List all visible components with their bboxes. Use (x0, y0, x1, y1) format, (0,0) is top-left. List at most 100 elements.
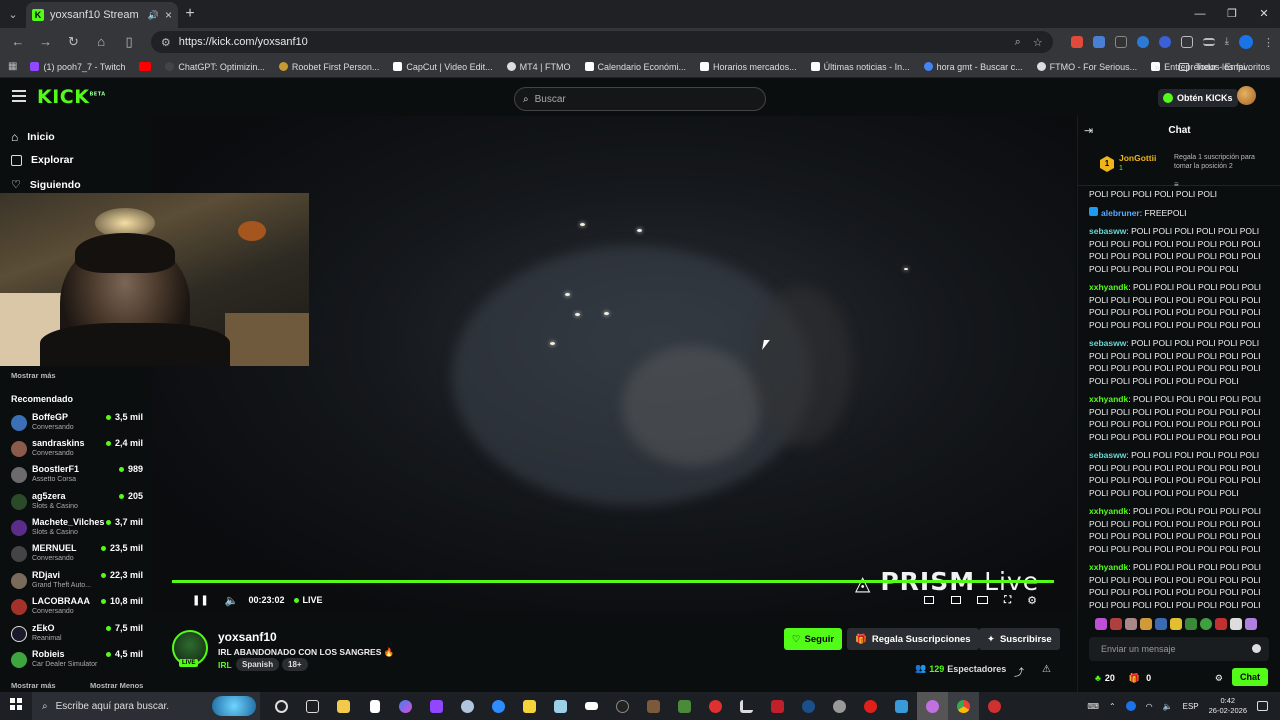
kick-logo[interactable]: KICKBETA (37, 86, 106, 108)
share-icon[interactable]: ⤴ (1014, 664, 1024, 679)
language-indicator[interactable]: ESP (1183, 702, 1199, 711)
stream-category[interactable]: IRL (218, 660, 232, 670)
tag-language[interactable]: Spanish (236, 658, 280, 671)
steam-icon[interactable] (793, 692, 824, 720)
profile-avatar[interactable] (1239, 35, 1254, 49)
playlist-icon[interactable] (1202, 38, 1215, 46)
gifts-count[interactable]: 0 (1146, 673, 1151, 683)
taskbar-search[interactable]: ⌕ Escribe aquí para buscar. (32, 692, 260, 720)
sidebar-item-siguiendo[interactable]: ♡ Siguiendo (11, 178, 81, 192)
wifi-icon[interactable]: ◠ (1146, 702, 1153, 711)
get-kicks-button[interactable]: Obtén KICKs (1158, 89, 1238, 107)
app-icon[interactable] (979, 692, 1010, 720)
progress-bar[interactable] (172, 580, 1054, 583)
bookmark-item[interactable]: Últimas noticias - In... (804, 62, 917, 72)
volume-icon[interactable]: 🔈 (225, 594, 239, 607)
show-more-recommended[interactable]: Mostrar más (11, 681, 56, 690)
recommended-item[interactable]: LACOBRAAA Conversando 10,8 mil (0, 594, 152, 620)
send-chat-button[interactable]: Chat (1232, 668, 1268, 686)
show-more-following[interactable]: Mostrar más (11, 371, 56, 380)
chrome-icon[interactable] (948, 692, 979, 720)
channel-name[interactable]: yoxsanf10 (218, 630, 277, 644)
speaker-icon[interactable]: 🔊 (148, 10, 159, 21)
kicks-balance[interactable]: 20 (1105, 673, 1115, 683)
settings-gear-icon[interactable]: ⚙ (1027, 594, 1037, 607)
bookmark-item[interactable]: CapCut | Video Edit... (386, 62, 499, 72)
url-bar[interactable]: ⚙ https://kick.com/yoxsanf10 ⌕ ☆ (150, 31, 1053, 53)
bookmark-item[interactable]: Horarios mercados... (693, 62, 804, 72)
keyboard-icon[interactable]: ⌨ (1087, 702, 1099, 711)
pip-icon[interactable] (924, 596, 935, 604)
app-icon[interactable] (886, 692, 917, 720)
site-info-icon[interactable]: ⚙ (161, 36, 171, 49)
split-view-icon[interactable]: ▯ (117, 30, 141, 54)
emote-icon[interactable] (1230, 618, 1242, 630)
follow-button[interactable]: ♡ Seguir (784, 628, 843, 650)
app-icon[interactable] (731, 692, 762, 720)
emote-icon[interactable] (1125, 618, 1137, 630)
pause-icon[interactable]: ❚❚ (192, 595, 209, 606)
extension-icon[interactable] (1158, 36, 1171, 48)
file-explorer-icon[interactable] (328, 692, 359, 720)
bookmark-item[interactable] (132, 62, 158, 71)
menu-hamburger-icon[interactable] (12, 90, 26, 102)
new-tab-button[interactable]: + (178, 5, 202, 23)
report-icon[interactable]: ⚠ (1042, 664, 1051, 675)
app-icon[interactable] (917, 692, 948, 720)
recommended-item[interactable]: RDjavi Grand Theft Auto... 22,3 mil (0, 568, 152, 594)
emote-icon[interactable] (1140, 618, 1152, 630)
all-favorites-link[interactable]: Todos los favoritos (1195, 62, 1270, 72)
cortana-icon[interactable] (266, 692, 297, 720)
copilot-icon[interactable] (390, 692, 421, 720)
close-tab-icon[interactable]: × (165, 8, 172, 22)
zoom-search-icon[interactable]: ⌕ (1015, 36, 1021, 49)
zoom-icon[interactable] (483, 692, 514, 720)
minimize-icon[interactable]: — (1184, 0, 1216, 28)
browser-tab[interactable]: K yoxsanf10 Stream - Watch Li 🔊 × (26, 2, 178, 28)
sidebar-item-explorar[interactable]: Explorar (11, 154, 74, 166)
tab-search-icon[interactable]: ⌄ (0, 0, 26, 28)
bookmark-item[interactable]: Roobet First Person... (272, 62, 387, 72)
emote-icon[interactable] (1170, 618, 1182, 630)
recommended-item[interactable]: BoffeGP Conversando 3,5 mil (0, 410, 152, 436)
app-icon[interactable] (638, 692, 669, 720)
apps-grid-icon[interactable]: ▦ (8, 61, 17, 72)
volume-icon[interactable]: 🔈 (1163, 702, 1173, 711)
opera-icon[interactable] (855, 692, 886, 720)
back-icon[interactable]: ← (6, 30, 30, 54)
recommended-item[interactable]: zEkO Reanimal 7,5 mil (0, 621, 152, 647)
menu-dots-icon[interactable]: ⋮ (1263, 36, 1274, 49)
close-window-icon[interactable]: ✕ (1248, 0, 1280, 28)
sidebar-item-inicio[interactable]: ⌂ Inicio (11, 130, 55, 144)
bookmarks-overflow[interactable]: » (1154, 62, 1159, 72)
twitch-icon[interactable] (421, 692, 452, 720)
theater-mode-icon[interactable] (977, 596, 989, 604)
settings-gear-icon[interactable] (824, 692, 855, 720)
notepad-icon[interactable] (359, 692, 390, 720)
show-less-recommended[interactable]: Mostrar Menos (90, 681, 143, 690)
minecraft-icon[interactable] (669, 692, 700, 720)
emote-icon[interactable] (1095, 618, 1107, 630)
recommended-item[interactable]: MERNUEL Conversando 23,5 mil (0, 541, 152, 567)
network-icon[interactable] (1125, 701, 1136, 711)
start-button[interactable] (0, 697, 32, 715)
clock[interactable]: 0:42 26-02-2026 (1209, 696, 1247, 716)
app-icon[interactable] (700, 692, 731, 720)
app-icon[interactable] (545, 692, 576, 720)
emote-icon[interactable] (1185, 618, 1197, 630)
bookmark-item[interactable]: ChatGPT: Optimizin... (158, 62, 272, 72)
recommended-item[interactable]: sandraskins Conversando 2,4 mil (0, 436, 152, 462)
chat-settings-icon[interactable]: ⚙ (1215, 673, 1223, 684)
subscribe-button[interactable]: ✦ Suscribirse (979, 628, 1060, 650)
emote-icon[interactable] (1215, 618, 1227, 630)
app-icon[interactable] (762, 692, 793, 720)
clip-icon[interactable] (951, 596, 962, 604)
app-icon[interactable] (452, 692, 483, 720)
show-hidden-icons-icon[interactable]: ⌃ (1109, 702, 1116, 711)
recommended-item[interactable]: BoostlerF1 Assetto Corsa 989 (0, 462, 152, 488)
bookmark-item[interactable]: hora gmt - Buscar c... (917, 62, 1030, 72)
user-avatar[interactable] (1237, 86, 1256, 105)
restore-icon[interactable]: ❐ (1216, 0, 1248, 28)
gift-subs-button[interactable]: 🎁 Regala Suscripciones (847, 628, 979, 650)
emote-icon[interactable] (1110, 618, 1122, 630)
